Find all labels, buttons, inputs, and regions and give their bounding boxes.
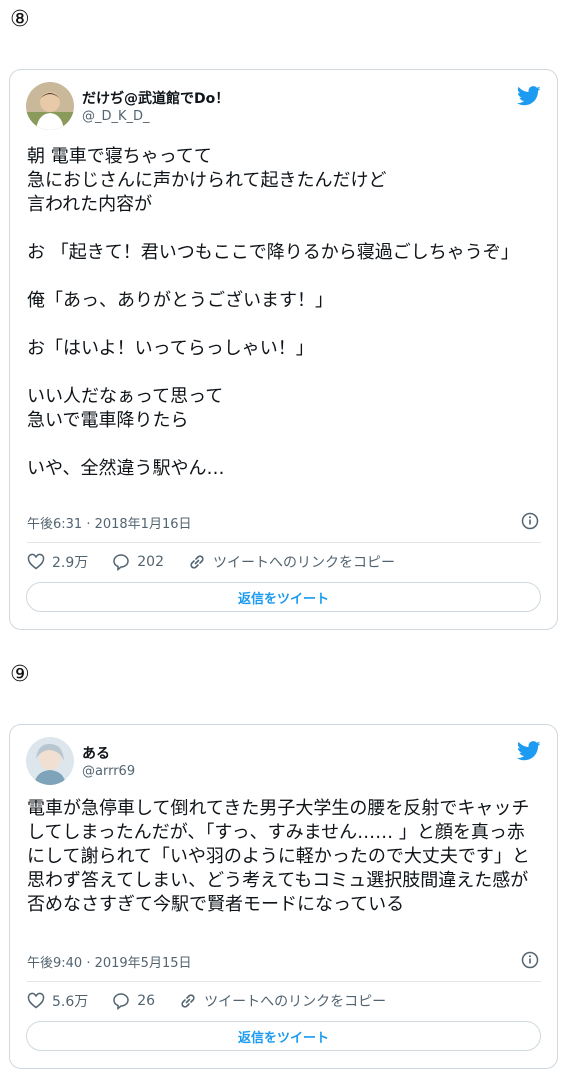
reply-count-button[interactable]: 26 bbox=[112, 992, 155, 1010]
author-handle[interactable]: @arrr69 bbox=[82, 764, 135, 779]
twitter-bird-icon[interactable] bbox=[517, 86, 541, 106]
link-icon bbox=[181, 994, 195, 1008]
avatar[interactable] bbox=[26, 737, 74, 785]
info-icon[interactable] bbox=[521, 951, 539, 969]
tweet-timestamp[interactable]: 午後6:31 · 2018年1月16日 bbox=[27, 513, 192, 532]
like-count: 2.9万 bbox=[52, 555, 89, 571]
info-icon[interactable] bbox=[521, 512, 539, 530]
like-button[interactable]: 5.6万 bbox=[27, 991, 88, 1011]
action-bar: 2.9万 202 ツイートへのリンクをコピー bbox=[27, 551, 541, 573]
tweet-card-1[interactable]: だけぢ@武道館でDo！ @_D_K_D_ 朝 電車で寝ちゃってて 急におじさんに… bbox=[9, 69, 558, 630]
author-name[interactable]: ある bbox=[82, 743, 110, 763]
reply-tweet-button[interactable]: 返信をツイート bbox=[26, 1021, 541, 1051]
reply-count-button[interactable]: 202 bbox=[112, 553, 164, 571]
tweet-timestamp[interactable]: 午後9:40 · 2019年5月15日 bbox=[27, 952, 192, 971]
tweet-text: 朝 電車で寝ちゃってて 急におじさんに声かけられて起きたんだけど 言われた内容が… bbox=[27, 146, 519, 479]
twitter-bird-icon[interactable] bbox=[517, 741, 541, 761]
reply-count: 202 bbox=[137, 554, 164, 570]
comment-icon bbox=[113, 993, 130, 1010]
like-count: 5.6万 bbox=[52, 994, 89, 1010]
copy-link-button[interactable]: ツイートへのリンクをコピー bbox=[179, 991, 386, 1011]
heart-icon bbox=[27, 553, 45, 570]
avatar[interactable] bbox=[26, 82, 74, 130]
comment-icon bbox=[113, 554, 130, 571]
action-bar: 5.6万 26 ツイートへのリンクをコピー bbox=[27, 990, 541, 1012]
tweet-card-2[interactable]: ある @arrr69 電車が急停車して倒れてきた男子大学生の腰を反射でキャッチし… bbox=[9, 724, 558, 1069]
tweet-text: 電車が急停車して倒れてきた男子大学生の腰を反射でキャッチしてしまったんだが、「す… bbox=[27, 798, 530, 915]
reply-tweet-button[interactable]: 返信をツイート bbox=[26, 582, 541, 612]
heart-icon bbox=[27, 992, 45, 1009]
copy-link-label: ツイートへのリンクをコピー bbox=[204, 994, 387, 1010]
divider bbox=[27, 981, 541, 982]
copy-link-label: ツイートへのリンクをコピー bbox=[213, 555, 395, 571]
tweet-number-9: ⑨ bbox=[10, 662, 30, 687]
tweet-number-8: ⑧ bbox=[10, 7, 30, 32]
reply-count: 26 bbox=[137, 993, 156, 1009]
link-icon bbox=[190, 555, 204, 569]
copy-link-button[interactable]: ツイートへのリンクをコピー bbox=[188, 552, 395, 572]
author-name[interactable]: だけぢ@武道館でDo！ bbox=[82, 88, 229, 108]
author-handle[interactable]: @_D_K_D_ bbox=[82, 109, 150, 124]
divider bbox=[27, 542, 541, 543]
like-button[interactable]: 2.9万 bbox=[27, 552, 88, 572]
